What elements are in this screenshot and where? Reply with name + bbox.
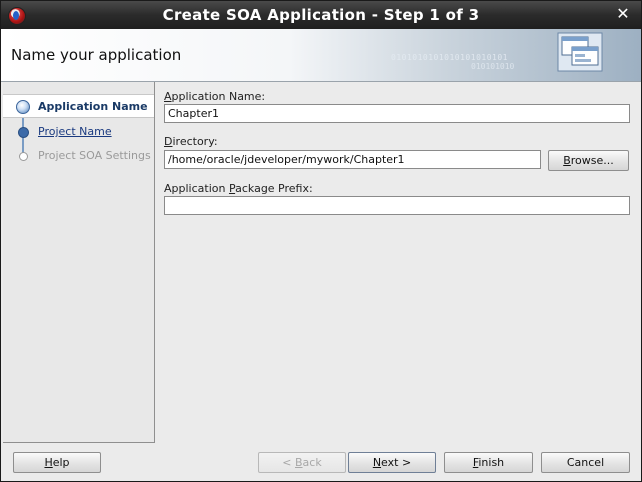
help-button[interactable]: Help (13, 452, 101, 473)
step-project-name[interactable]: Project Name (3, 120, 154, 142)
step-node-icon (18, 127, 29, 138)
wizard-header: 0101010101010101010101 010101010 Name yo… (1, 29, 641, 82)
step-label: Project SOA Settings (38, 149, 151, 162)
window-title: Create SOA Application - Step 1 of 3 (162, 6, 480, 24)
finish-button[interactable]: Finish (444, 452, 533, 473)
application-name-input[interactable]: Chapter1 (164, 104, 630, 123)
header-binary-decoration: 0101010101010101010101 (391, 53, 508, 62)
title-bar[interactable]: Create SOA Application - Step 1 of 3 ✕ (1, 1, 641, 30)
dialog-window: Create SOA Application - Step 1 of 3 ✕ 0… (0, 0, 642, 482)
application-name-label: Application Name: (164, 90, 266, 103)
package-prefix-input[interactable] (164, 196, 630, 215)
back-button[interactable]: < Back (258, 452, 346, 473)
directory-label: Directory: (164, 135, 218, 148)
current-step-icon (16, 100, 30, 114)
application-form: Application Name: Chapter1 Directory: /h… (155, 82, 641, 442)
next-button[interactable]: Next > (348, 452, 436, 473)
browse-button[interactable]: Browse... (548, 150, 629, 171)
wizard-steps-panel: Application Name Project Name Project SO… (3, 82, 155, 443)
step-label[interactable]: Project Name (38, 125, 112, 138)
step-project-soa-settings: Project SOA Settings (3, 144, 154, 166)
directory-input[interactable]: /home/oracle/jdeveloper/mywork/Chapter1 (164, 150, 541, 169)
header-binary-decoration-2: 010101010 (471, 62, 515, 71)
close-icon[interactable]: ✕ (613, 4, 633, 24)
cancel-button[interactable]: Cancel (541, 452, 630, 473)
page-title: Name your application (11, 46, 182, 64)
application-windows-icon (557, 32, 603, 72)
step-label: Application Name (38, 100, 148, 113)
step-application-name[interactable]: Application Name (3, 94, 154, 118)
package-prefix-label: Application Package Prefix: (164, 182, 313, 195)
step-node-disabled-icon (19, 152, 28, 161)
